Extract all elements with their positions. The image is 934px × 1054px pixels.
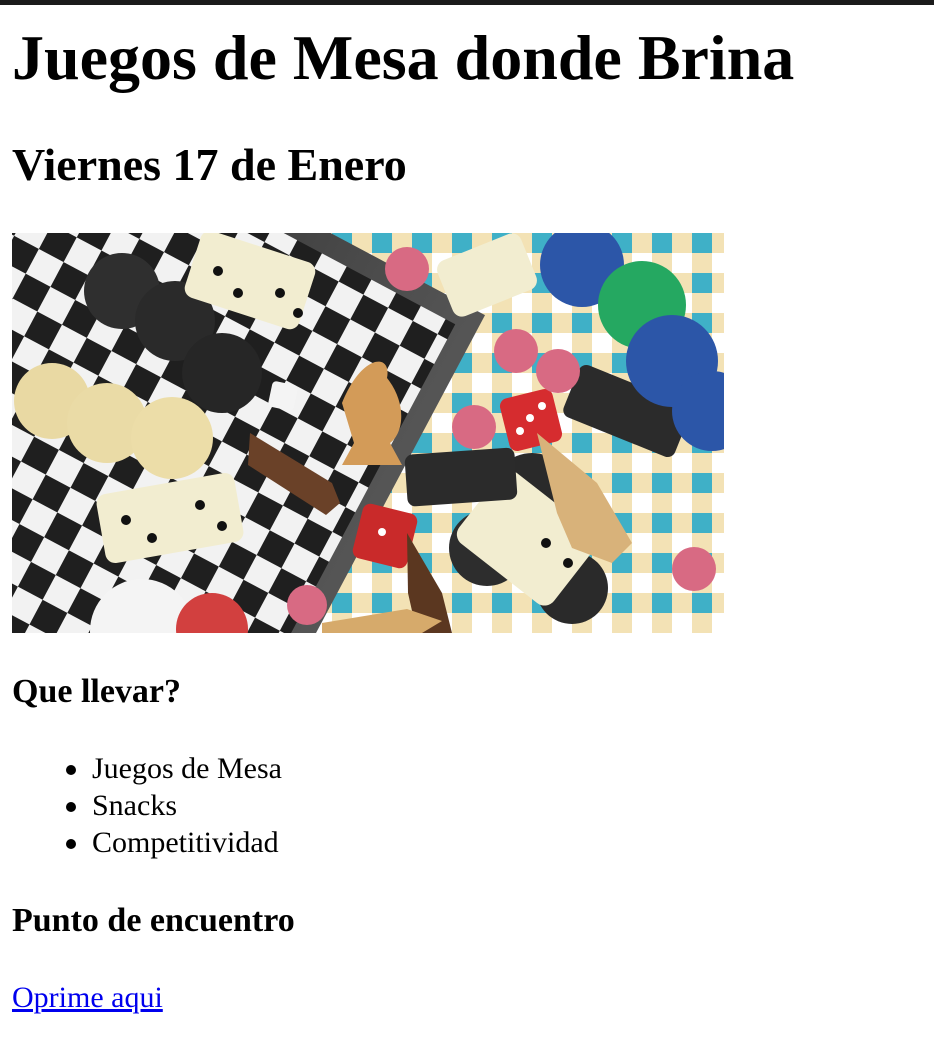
bring-list: Juegos de Mesa Snacks Competitividad <box>12 750 282 861</box>
list-item: Juegos de Mesa <box>66 752 282 785</box>
board-games-photo <box>12 233 724 633</box>
list-item: Competitividad <box>66 824 282 861</box>
list-item: Snacks <box>66 787 282 824</box>
top-bar <box>0 0 934 5</box>
meeting-link[interactable]: Oprime aqui <box>12 980 163 1016</box>
meeting-section-title: Punto de encuentro <box>12 902 295 939</box>
page-title: Juegos de Mesa donde Brina <box>12 22 795 93</box>
event-date: Viernes 17 de Enero <box>12 139 407 190</box>
bring-section-title: Que llevar? <box>12 673 182 710</box>
